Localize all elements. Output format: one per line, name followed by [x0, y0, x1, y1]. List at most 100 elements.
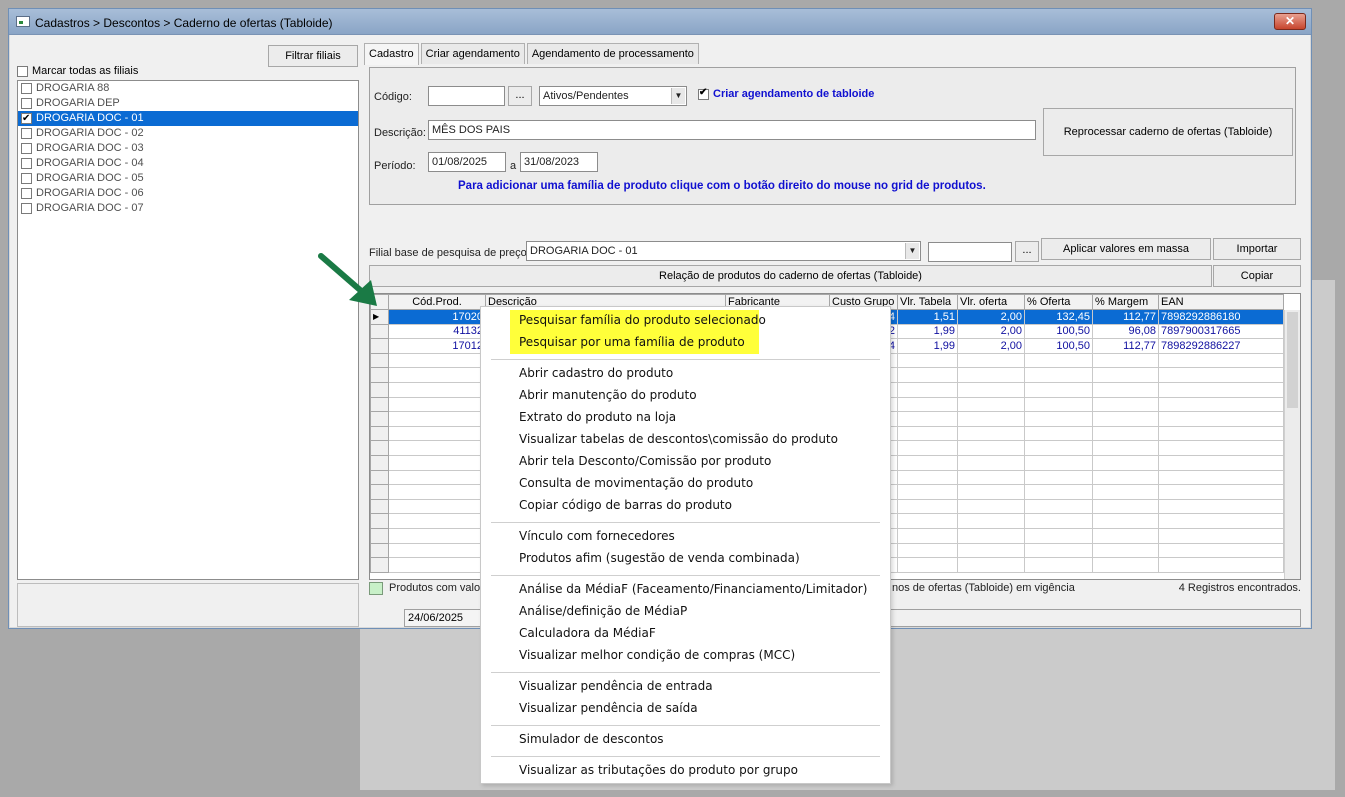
column-header[interactable]: Vlr. Tabela: [897, 294, 958, 310]
table-cell[interactable]: [957, 542, 1025, 559]
table-cell[interactable]: [1158, 411, 1284, 427]
table-cell[interactable]: [897, 484, 958, 500]
row-indicator[interactable]: [370, 557, 389, 573]
table-cell[interactable]: [1024, 469, 1093, 486]
table-cell[interactable]: [1158, 527, 1284, 544]
table-cell[interactable]: [957, 425, 1025, 442]
branch-checkbox[interactable]: [21, 97, 32, 109]
branch-item[interactable]: DROGARIA DOC - 02: [18, 126, 358, 141]
row-indicator[interactable]: [370, 411, 389, 427]
close-button[interactable]: ✕: [1274, 13, 1306, 30]
branch-checkbox[interactable]: [21, 202, 32, 214]
menu-item[interactable]: Visualizar pendência de entrada: [519, 679, 713, 693]
filial-base-select[interactable]: DROGARIA DOC - 01 ▼: [526, 241, 921, 261]
column-header[interactable]: Cód.Prod.: [388, 294, 486, 310]
table-cell[interactable]: [957, 367, 1025, 383]
row-indicator[interactable]: [370, 367, 389, 383]
row-indicator[interactable]: [370, 338, 389, 354]
reprocess-button[interactable]: Reprocessar caderno de ofertas (Tabloide…: [1043, 108, 1293, 156]
column-header[interactable]: Vlr. oferta: [957, 294, 1025, 310]
table-cell[interactable]: [388, 469, 486, 486]
row-indicator[interactable]: [370, 513, 389, 529]
table-cell[interactable]: [897, 440, 958, 456]
table-cell[interactable]: 132,45: [1024, 309, 1093, 325]
table-cell[interactable]: [957, 513, 1025, 529]
table-cell[interactable]: 1,99: [897, 338, 958, 354]
table-cell[interactable]: [1024, 513, 1093, 529]
row-indicator[interactable]: [370, 454, 389, 471]
table-cell[interactable]: [388, 396, 486, 413]
table-cell[interactable]: 2,00: [957, 309, 1025, 325]
column-header[interactable]: % Oferta: [1024, 294, 1093, 310]
menu-item[interactable]: Abrir cadastro do produto: [519, 366, 673, 380]
table-cell[interactable]: [1024, 411, 1093, 427]
table-cell[interactable]: [1158, 367, 1284, 383]
table-cell[interactable]: [957, 396, 1025, 413]
menu-item[interactable]: Simulador de descontos: [519, 732, 664, 746]
table-cell[interactable]: 2,00: [957, 338, 1025, 354]
table-cell[interactable]: [897, 469, 958, 486]
table-cell[interactable]: 7898292886180: [1158, 309, 1284, 325]
table-cell[interactable]: [1158, 498, 1284, 515]
row-indicator[interactable]: [370, 381, 389, 398]
table-cell[interactable]: [957, 454, 1025, 471]
table-cell[interactable]: 2,00: [957, 323, 1025, 340]
table-cell[interactable]: 112,77: [1092, 338, 1159, 354]
table-cell[interactable]: 100,50: [1024, 323, 1093, 340]
table-cell[interactable]: [1092, 454, 1159, 471]
table-cell[interactable]: [957, 469, 1025, 486]
product-list-header-button[interactable]: Relação de produtos do caderno de oferta…: [369, 265, 1212, 287]
table-cell[interactable]: [1092, 469, 1159, 486]
menu-item[interactable]: Visualizar as tributações do produto por…: [519, 763, 798, 777]
code-input[interactable]: [428, 86, 505, 106]
table-cell[interactable]: 100,50: [1024, 338, 1093, 354]
chevron-down-icon[interactable]: ▼: [905, 243, 919, 259]
table-cell[interactable]: 1,99: [897, 323, 958, 340]
menu-item[interactable]: Análise da MédiaF (Faceamento/Financiame…: [519, 582, 867, 596]
table-cell[interactable]: [1024, 440, 1093, 456]
branch-item[interactable]: DROGARIA DEP: [18, 96, 358, 111]
menu-item[interactable]: Pesquisar família do produto selecionado: [519, 313, 766, 327]
branch-checkbox[interactable]: [21, 172, 32, 184]
status-select[interactable]: Ativos/Pendentes ▼: [539, 86, 687, 106]
table-cell[interactable]: 7898292886227: [1158, 338, 1284, 354]
table-cell[interactable]: [388, 527, 486, 544]
table-cell[interactable]: [897, 513, 958, 529]
scrollbar-thumb[interactable]: [1287, 312, 1298, 408]
row-indicator[interactable]: [370, 527, 389, 544]
table-cell[interactable]: [388, 381, 486, 398]
table-cell[interactable]: [1158, 440, 1284, 456]
table-cell[interactable]: [1024, 352, 1093, 369]
mark-all-branches[interactable]: Marcar todas as filiais: [17, 65, 138, 77]
table-cell[interactable]: [897, 454, 958, 471]
table-cell[interactable]: [1158, 396, 1284, 413]
table-cell[interactable]: [897, 557, 958, 573]
branch-checkbox[interactable]: [21, 187, 32, 199]
table-cell[interactable]: [1092, 396, 1159, 413]
table-cell[interactable]: [1158, 352, 1284, 369]
create-schedule-checkbox[interactable]: [698, 87, 709, 100]
mass-value-search-button[interactable]: ...: [1015, 241, 1039, 262]
table-cell[interactable]: [897, 396, 958, 413]
row-indicator[interactable]: [370, 425, 389, 442]
period-end-input[interactable]: 31/08/2023: [520, 152, 598, 172]
menu-item[interactable]: Consulta de movimentação do produto: [519, 476, 753, 490]
mark-all-checkbox[interactable]: [17, 65, 28, 77]
filter-branches-button[interactable]: Filtrar filiais: [268, 45, 358, 67]
table-cell[interactable]: [957, 527, 1025, 544]
table-cell[interactable]: [1024, 396, 1093, 413]
branch-item[interactable]: DROGARIA DOC - 04: [18, 156, 358, 171]
table-cell[interactable]: [1092, 542, 1159, 559]
branch-checkbox[interactable]: [21, 157, 32, 169]
menu-item[interactable]: Extrato do produto na loja: [519, 410, 676, 424]
menu-item[interactable]: Abrir manutenção do produto: [519, 388, 697, 402]
menu-item[interactable]: Abrir tela Desconto/Comissão por produto: [519, 454, 771, 468]
table-cell[interactable]: [1158, 469, 1284, 486]
table-cell[interactable]: [897, 425, 958, 442]
import-button[interactable]: Importar: [1213, 238, 1301, 260]
table-cell[interactable]: [388, 352, 486, 369]
menu-item[interactable]: Visualizar tabelas de descontos\comissão…: [519, 432, 838, 446]
table-cell[interactable]: [1092, 527, 1159, 544]
tab-cadastro[interactable]: Cadastro: [364, 43, 419, 65]
description-input[interactable]: MÊS DOS PAIS: [428, 120, 1036, 140]
